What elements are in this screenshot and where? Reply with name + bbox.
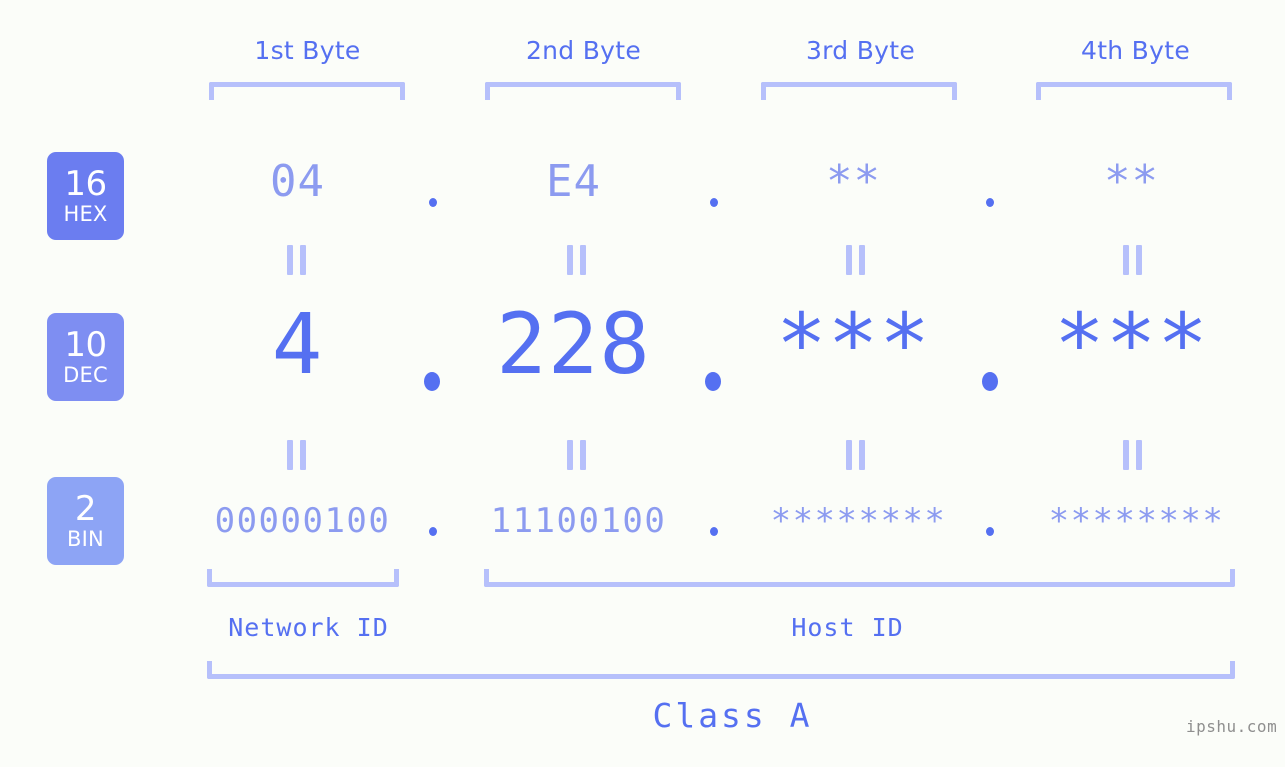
equals-connector-hex-dec-1 <box>287 245 306 275</box>
radix-badge-dec-number: 10 <box>64 325 107 365</box>
equals-connector-dec-bin-1 <box>287 440 306 470</box>
equals-connector-dec-bin-3 <box>846 440 865 470</box>
radix-badge-hex-number: 16 <box>64 164 107 204</box>
equals-connector-dec-bin-2 <box>567 440 586 470</box>
hex-separator-1 <box>429 198 437 207</box>
byte-bracket-top-4 <box>1036 82 1232 100</box>
dec-byte-3: *** <box>776 295 931 393</box>
bin-separator-2 <box>710 527 718 536</box>
hex-separator-3 <box>986 198 994 207</box>
equals-connector-hex-dec-3 <box>846 245 865 275</box>
radix-badge-bin: 2 BIN <box>47 477 124 565</box>
dec-separator-2 <box>705 372 721 391</box>
bin-byte-2: 11100100 <box>490 501 667 541</box>
byte-header-1: 1st Byte <box>254 36 361 65</box>
bin-byte-3: ******** <box>770 501 947 541</box>
equals-connector-dec-bin-4 <box>1123 440 1142 470</box>
byte-bracket-top-3 <box>761 82 957 100</box>
ip-byte-diagram: 1st Byte 2nd Byte 3rd Byte 4th Byte 16 H… <box>0 0 1285 767</box>
host-id-bracket <box>484 569 1235 587</box>
network-id-label: Network ID <box>228 613 389 642</box>
hex-byte-4: ** <box>1104 156 1159 207</box>
equals-connector-hex-dec-4 <box>1123 245 1142 275</box>
class-bracket <box>207 661 1235 679</box>
hex-separator-2 <box>710 198 718 207</box>
bin-byte-1: 00000100 <box>214 501 391 541</box>
equals-connector-hex-dec-2 <box>567 245 586 275</box>
byte-header-3: 3rd Byte <box>805 36 916 65</box>
radix-badge-dec-word: DEC <box>63 363 108 387</box>
bin-separator-1 <box>429 527 437 536</box>
byte-bracket-top-2 <box>485 82 681 100</box>
radix-badge-bin-number: 2 <box>74 489 97 529</box>
bin-separator-3 <box>986 527 994 536</box>
hex-byte-1: 04 <box>270 156 325 207</box>
dec-byte-2: 228 <box>496 295 651 393</box>
byte-header-2: 2nd Byte <box>525 36 642 65</box>
class-label: Class A <box>652 696 813 735</box>
byte-header-4: 4th Byte <box>1080 36 1191 65</box>
dec-byte-4: *** <box>1054 295 1209 393</box>
hex-byte-2: E4 <box>546 156 601 207</box>
dec-separator-3 <box>982 372 998 391</box>
bin-byte-4: ******** <box>1048 501 1225 541</box>
network-id-bracket <box>207 569 399 587</box>
host-id-label: Host ID <box>791 613 904 642</box>
radix-badge-dec: 10 DEC <box>47 313 124 401</box>
site-watermark: ipshu.com <box>1186 717 1278 736</box>
radix-badge-hex-word: HEX <box>63 202 108 226</box>
dec-byte-1: 4 <box>271 295 324 393</box>
dec-separator-1 <box>424 372 440 391</box>
radix-badge-hex: 16 HEX <box>47 152 124 240</box>
byte-bracket-top-1 <box>209 82 405 100</box>
radix-badge-bin-word: BIN <box>67 527 104 551</box>
hex-byte-3: ** <box>826 156 881 207</box>
